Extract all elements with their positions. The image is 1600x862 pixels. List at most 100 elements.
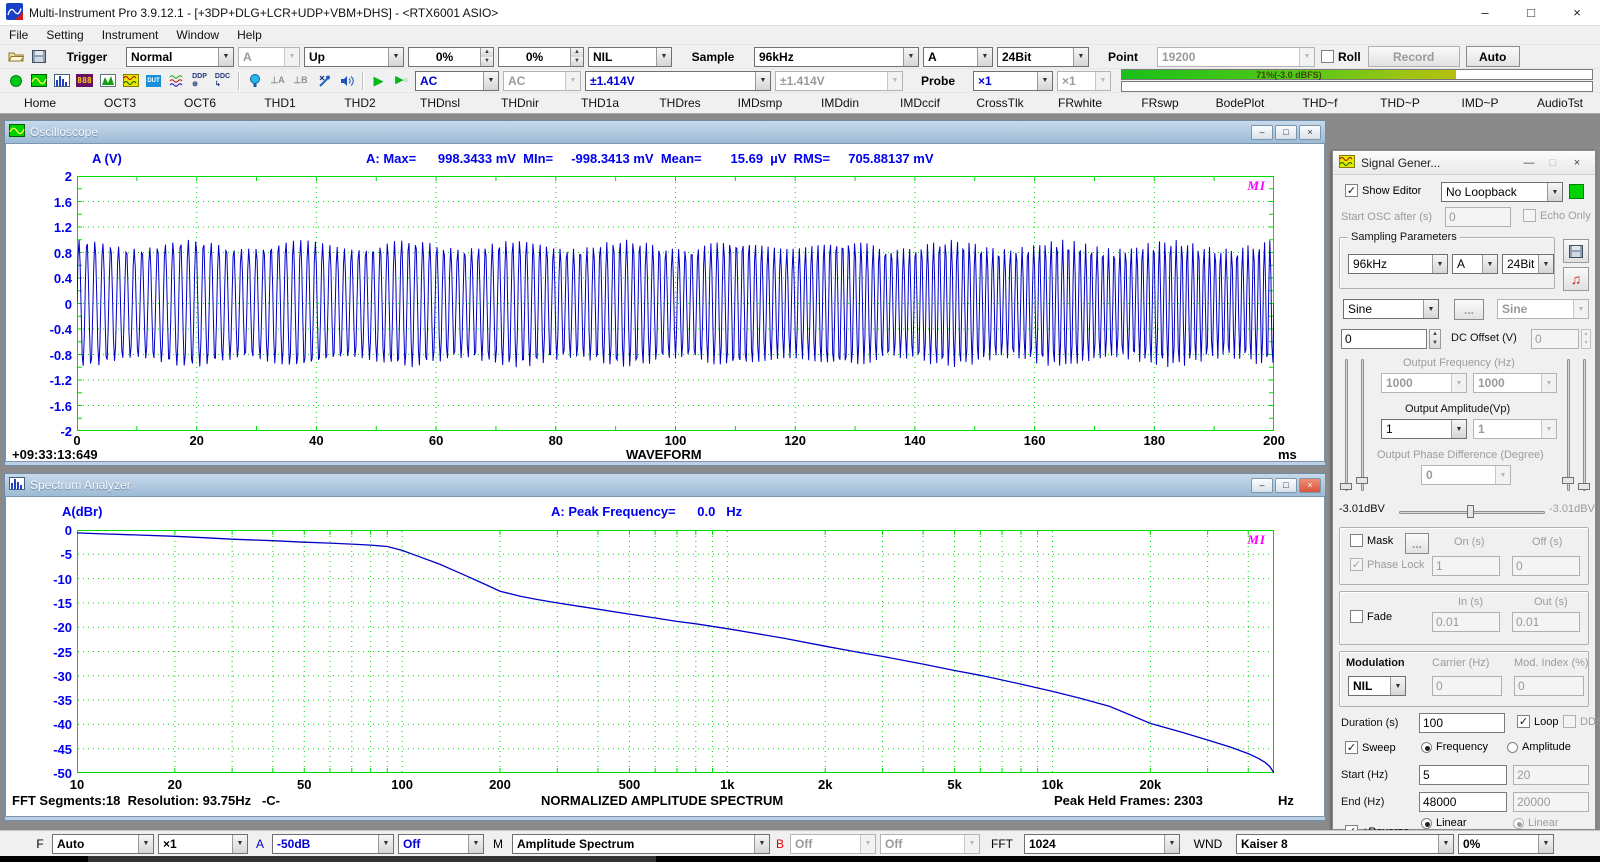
tab-thdnsl[interactable]: THDnsl <box>400 93 480 113</box>
tab-imd~p[interactable]: IMD~P <box>1440 93 1520 113</box>
sg-play-note-button[interactable]: ♫ <box>1563 267 1589 291</box>
sweep-end-a-input[interactable] <box>1419 792 1507 812</box>
sample-channel-select[interactable]: A▼ <box>923 47 993 67</box>
range-a-select[interactable]: ±1.414V▼ <box>585 71 771 91</box>
loopback-select[interactable]: No Loopback▼ <box>1441 182 1563 202</box>
play-loop-icon[interactable]: ▶○ <box>391 71 412 91</box>
spec-plot-area[interactable]: MI <box>77 530 1274 773</box>
modulation-select[interactable]: NIL▼ <box>1348 676 1406 696</box>
spinner-arrows[interactable]: ▲▼ <box>480 48 493 66</box>
probe-cal-icon[interactable] <box>313 71 334 91</box>
menu-item-instrument[interactable]: Instrument <box>93 28 168 42</box>
spec-maximize-button[interactable]: □ <box>1275 478 1297 493</box>
spectrum-analyzer-icon[interactable] <box>51 71 72 91</box>
spectrum-3d-icon[interactable] <box>97 71 118 91</box>
trigger-delay-spin[interactable]: 0%▲▼ <box>498 47 584 67</box>
auto-button[interactable]: Auto <box>1466 46 1520 67</box>
loop-checkbox[interactable]: ✓Loop <box>1517 715 1558 728</box>
trigger-hpf-select[interactable]: NIL▼ <box>588 47 672 67</box>
tab-frwhite[interactable]: FRwhite <box>1040 93 1120 113</box>
close-button[interactable]: × <box>1554 0 1600 26</box>
persist-a-select[interactable]: Off▼ <box>398 834 484 854</box>
tab-imddin[interactable]: IMDdin <box>800 93 880 113</box>
mask-checkbox[interactable]: Mask <box>1350 534 1393 547</box>
menu-item-file[interactable]: File <box>0 28 37 42</box>
output-slider-a-left-thumb[interactable] <box>1340 483 1352 490</box>
trigger-level-spin[interactable]: 0%▲▼ <box>408 47 494 67</box>
menu-item-setting[interactable]: Setting <box>37 28 92 42</box>
dc-offset-a-input[interactable] <box>1341 329 1427 349</box>
balance-slider-thumb[interactable] <box>1467 505 1474 518</box>
oscilloscope-icon[interactable] <box>28 71 49 91</box>
tab-thd1[interactable]: THD1 <box>240 93 320 113</box>
spectrum-titlebar[interactable]: Spectrum Analyzer – □ × <box>5 474 1325 496</box>
derived-display-icon[interactable] <box>166 71 187 91</box>
duration-input[interactable] <box>1419 713 1505 733</box>
tab-thd~f[interactable]: THD~f <box>1280 93 1360 113</box>
waveform-a-select[interactable]: Sine▼ <box>1343 299 1439 319</box>
tab-audiotst[interactable]: AudioTst <box>1520 93 1600 113</box>
marker-a-icon[interactable]: ⊥A <box>267 71 288 91</box>
open-icon[interactable] <box>5 47 26 67</box>
freq-axis-select[interactable]: Auto▼ <box>52 834 154 854</box>
tab-oct6[interactable]: OCT6 <box>160 93 240 113</box>
spinner-arrows[interactable]: ▲▼ <box>570 48 583 66</box>
roll-checkbox[interactable]: Roll <box>1321 50 1361 64</box>
spec-close-button[interactable]: × <box>1299 478 1321 493</box>
tab-crosstlk[interactable]: CrossTlk <box>960 93 1040 113</box>
menu-item-window[interactable]: Window <box>167 28 228 42</box>
tab-thdres[interactable]: THDres <box>640 93 720 113</box>
osc-plot-area[interactable]: MI <box>77 176 1274 431</box>
fft-size-select[interactable]: 1024▼ <box>1024 834 1180 854</box>
tab-home[interactable]: Home <box>0 93 80 113</box>
marker-b-icon[interactable]: ⊥B <box>290 71 311 91</box>
tab-thd~p[interactable]: THD~P <box>1360 93 1440 113</box>
bit-depth-select[interactable]: 24Bit▼ <box>997 47 1089 67</box>
sweep-checkbox[interactable]: ✓Sweep <box>1345 741 1396 754</box>
tab-oct3[interactable]: OCT3 <box>80 93 160 113</box>
generator-run-indicator[interactable] <box>1569 184 1584 199</box>
multimeter-icon[interactable]: 888 <box>74 71 95 91</box>
siggen-minimize-button[interactable]: — <box>1517 157 1541 169</box>
tab-imdccif[interactable]: IMDccif <box>880 93 960 113</box>
sg-save-button[interactable] <box>1563 239 1589 263</box>
trigger-mode-select[interactable]: Normal▼ <box>126 47 234 67</box>
freq-zoom-select[interactable]: ×1▼ <box>158 834 248 854</box>
overlap-select[interactable]: 0%▼ <box>1458 834 1554 854</box>
show-editor-checkbox[interactable]: ✓Show Editor <box>1345 184 1421 197</box>
tab-thd1a[interactable]: THD1a <box>560 93 640 113</box>
output-amp-a-select[interactable]: 1▼ <box>1381 419 1467 439</box>
output-slider-a-right[interactable] <box>1361 359 1364 491</box>
menu-item-help[interactable]: Help <box>228 28 271 42</box>
device-test-icon[interactable] <box>244 71 265 91</box>
sweep-start-a-input[interactable] <box>1419 765 1507 785</box>
minimize-button[interactable]: – <box>1462 0 1508 26</box>
window-func-select[interactable]: Kaiser 8▼ <box>1236 834 1454 854</box>
osc-minimize-button[interactable]: – <box>1251 125 1273 140</box>
osc-maximize-button[interactable]: □ <box>1275 125 1297 140</box>
siggen-titlebar[interactable]: Signal Gener... — □ × <box>1333 151 1595 175</box>
output-slider-a-left[interactable] <box>1345 359 1348 491</box>
probe-a-select[interactable]: ×1▼ <box>973 71 1053 91</box>
ddc-icon[interactable]: DDC↳ <box>212 71 233 91</box>
siggen-close-button[interactable]: × <box>1565 157 1589 169</box>
speaker-icon[interactable] <box>336 71 357 91</box>
range-a-db-select[interactable]: -50dB▼ <box>272 834 394 854</box>
oscilloscope-titlebar[interactable]: Oscilloscope – □ × <box>5 121 1325 143</box>
sample-rate-select[interactable]: 96kHz▼ <box>754 47 919 67</box>
coupling-a-select[interactable]: AC▼ <box>415 71 499 91</box>
dc-offset-a-spinner[interactable]: ▲▼ <box>1429 329 1441 349</box>
checkbox-box[interactable] <box>1321 50 1334 63</box>
dut-icon[interactable]: DUT <box>143 71 164 91</box>
tab-imdsmp[interactable]: IMDsmp <box>720 93 800 113</box>
tab-thd2[interactable]: THD2 <box>320 93 400 113</box>
tab-thdnir[interactable]: THDnir <box>480 93 560 113</box>
save-icon[interactable] <box>28 47 49 67</box>
fade-checkbox[interactable]: Fade <box>1350 610 1392 623</box>
tab-frswp[interactable]: FRswp <box>1120 93 1200 113</box>
sg-channel-select[interactable]: A▼ <box>1452 254 1498 274</box>
mode-select[interactable]: Amplitude Spectrum▼ <box>512 834 770 854</box>
sg-rate-select[interactable]: 96kHz▼ <box>1348 254 1448 274</box>
waveform-more-button[interactable]: ... <box>1454 299 1484 320</box>
trigger-edge-select[interactable]: Up▼ <box>304 47 404 67</box>
